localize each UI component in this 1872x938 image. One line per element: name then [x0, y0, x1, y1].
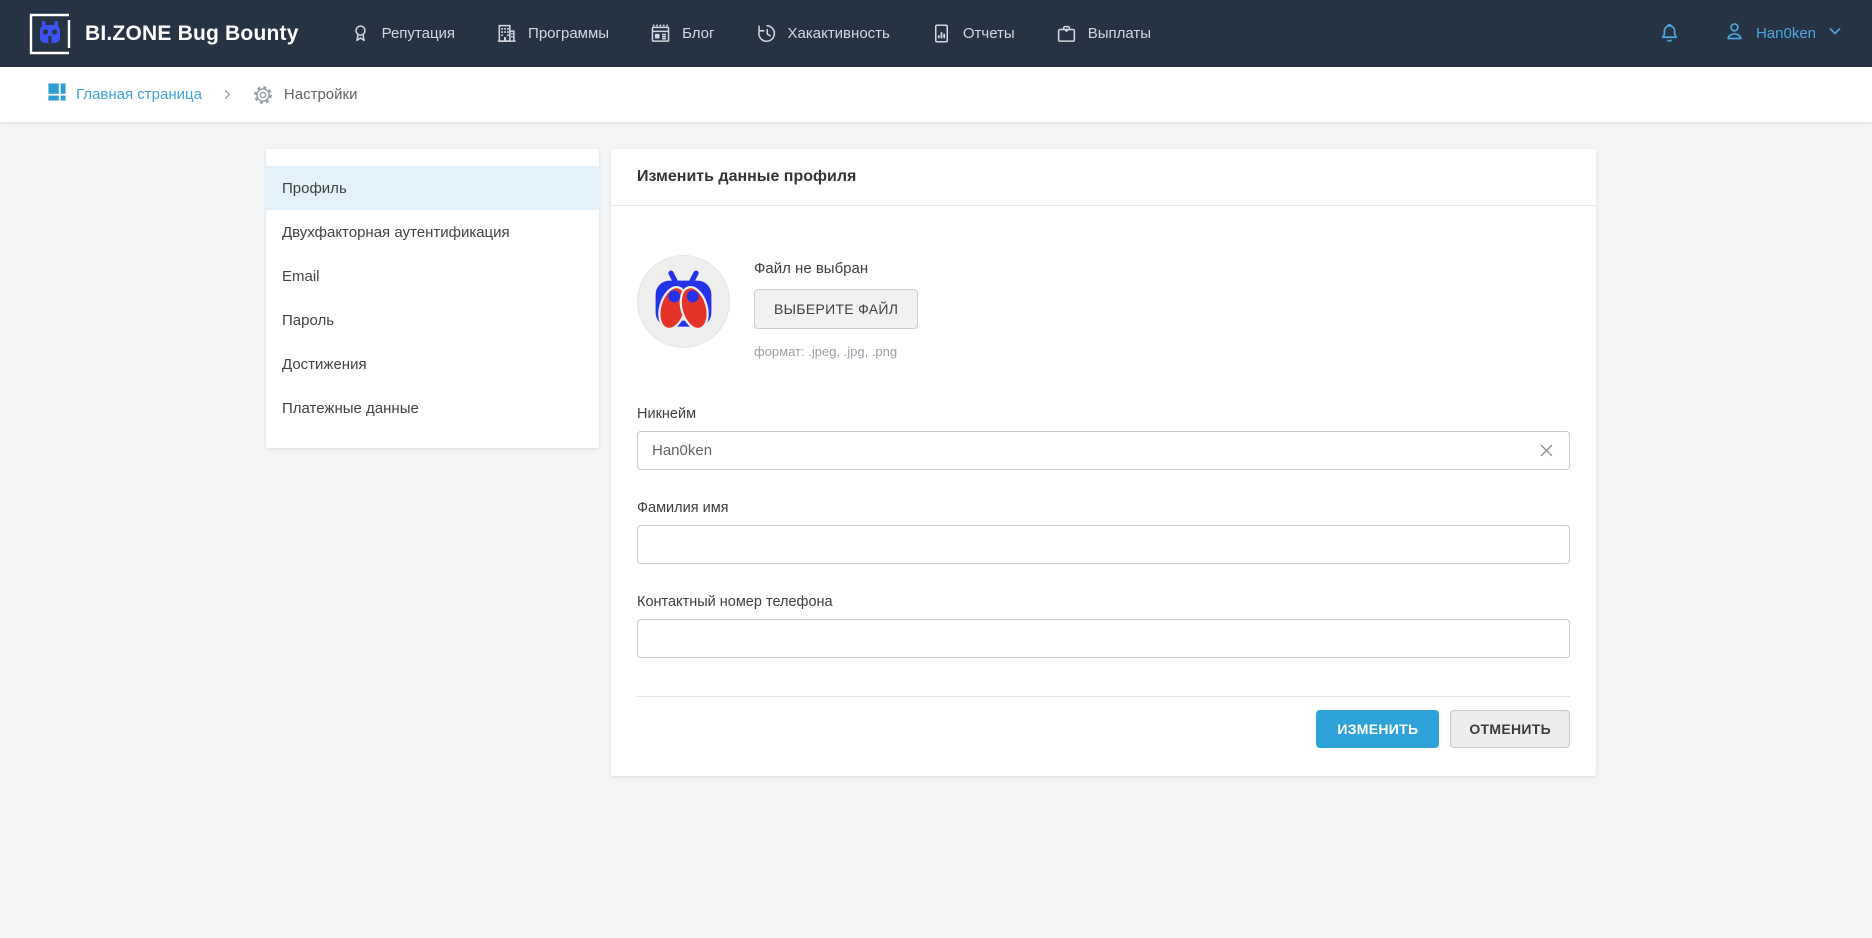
bizone-logo-icon[interactable]: [28, 12, 72, 56]
sidebar-item-two-factor[interactable]: Двухфакторная аутентификация: [266, 210, 599, 254]
breadcrumb: Главная страница Настройки: [0, 67, 1872, 123]
breadcrumb-current: Настройки: [252, 84, 358, 106]
sidebar-item-payment-data[interactable]: Платежные данные: [266, 386, 599, 430]
upload-controls: Файл не выбран ВЫБЕРИТЕ ФАЙЛ формат: .jp…: [754, 255, 918, 359]
breadcrumb-separator-icon: [220, 87, 235, 102]
nav-item-label: Репутация: [382, 25, 455, 42]
sidebar-item-label: Достижения: [282, 356, 367, 373]
clear-nickname-icon[interactable]: [1536, 441, 1556, 461]
report-icon: [930, 22, 953, 45]
brand-title: BI.ZONE Bug Bounty: [85, 22, 299, 46]
gear-icon: [252, 84, 274, 106]
phone-field-group: Контактный номер телефона: [637, 594, 1570, 658]
nickname-label: Никнейм: [637, 406, 1570, 422]
file-status-text: Файл не выбран: [754, 260, 918, 277]
avatar: [637, 255, 730, 348]
sidebar-item-label: Пароль: [282, 312, 334, 329]
sidebar-item-label: Профиль: [282, 180, 347, 197]
nav-item-label: Отчеты: [963, 25, 1015, 42]
sidebar-item-email[interactable]: Email: [266, 254, 599, 298]
nav-item-label: Хакактивность: [788, 25, 890, 42]
card-header: Изменить данные профиля: [611, 149, 1596, 206]
user-name: Han0ken: [1756, 25, 1816, 42]
nickname-input[interactable]: [637, 431, 1570, 470]
nav-item-hacktivity[interactable]: Хакактивность: [755, 22, 890, 45]
breadcrumb-current-label: Настройки: [284, 86, 358, 103]
news-icon: [649, 22, 672, 45]
form-divider: [637, 696, 1570, 697]
nav-item-reports[interactable]: Отчеты: [930, 22, 1015, 45]
briefcase-icon: [1055, 22, 1078, 45]
chevron-down-icon: [1825, 21, 1845, 46]
user-menu[interactable]: Han0ken: [1722, 19, 1845, 49]
user-icon: [1722, 19, 1747, 49]
sidebar-item-password[interactable]: Пароль: [266, 298, 599, 342]
choose-file-button[interactable]: ВЫБЕРИТЕ ФАЙЛ: [754, 289, 918, 329]
nav-item-programs[interactable]: Программы: [495, 22, 609, 45]
card-title: Изменить данные профиля: [637, 168, 856, 186]
nav-item-payouts[interactable]: Выплаты: [1055, 22, 1151, 45]
sidebar-item-label: Email: [282, 268, 320, 285]
submit-button[interactable]: ИЗМЕНИТЬ: [1316, 710, 1439, 748]
cancel-button[interactable]: ОТМЕНИТЬ: [1450, 710, 1570, 748]
sidebar-item-label: Платежные данные: [282, 400, 419, 417]
medal-icon: [349, 22, 372, 45]
phone-label: Контактный номер телефона: [637, 594, 1570, 610]
breadcrumb-home-label: Главная страница: [76, 86, 202, 103]
breadcrumb-home-link[interactable]: Главная страница: [48, 83, 202, 106]
sidebar-item-achievements[interactable]: Достижения: [266, 342, 599, 386]
nav-right-group: Han0ken: [1657, 19, 1845, 49]
nav-item-label: Выплаты: [1088, 25, 1151, 42]
file-format-hint: формат: .jpeg, .jpg, .png: [754, 344, 918, 359]
nav-item-reputation[interactable]: Репутация: [349, 22, 455, 45]
fullname-label: Фамилия имя: [637, 500, 1570, 516]
dashboard-icon: [48, 83, 66, 106]
fullname-field-group: Фамилия имя: [637, 500, 1570, 564]
sidebar-item-profile[interactable]: Профиль: [266, 166, 599, 210]
profile-settings-card: Изменить данные профиля: [611, 149, 1596, 776]
sidebar-item-label: Двухфакторная аутентификация: [282, 224, 510, 241]
card-body: Файл не выбран ВЫБЕРИТЕ ФАЙЛ формат: .jp…: [611, 206, 1596, 776]
building-icon: [495, 22, 518, 45]
phone-input[interactable]: [637, 619, 1570, 658]
history-icon: [755, 22, 778, 45]
settings-sidebar: Профиль Двухфакторная аутентификация Ema…: [266, 149, 599, 448]
nav-item-label: Блог: [682, 25, 714, 42]
content-area: Профиль Двухфакторная аутентификация Ema…: [266, 123, 1872, 776]
nav-item-blog[interactable]: Блог: [649, 22, 714, 45]
nickname-field-group: Никнейм: [637, 406, 1570, 470]
nav-item-label: Программы: [528, 25, 609, 42]
top-navbar: BI.ZONE Bug Bounty Репутация: [0, 0, 1872, 67]
form-actions: ИЗМЕНИТЬ ОТМЕНИТЬ: [637, 710, 1570, 748]
main-menu: Репутация Программы: [349, 22, 1191, 45]
avatar-upload-section: Файл не выбран ВЫБЕРИТЕ ФАЙЛ формат: .jp…: [637, 255, 1570, 359]
fullname-input[interactable]: [637, 525, 1570, 564]
notifications-bell-icon[interactable]: [1657, 21, 1682, 46]
